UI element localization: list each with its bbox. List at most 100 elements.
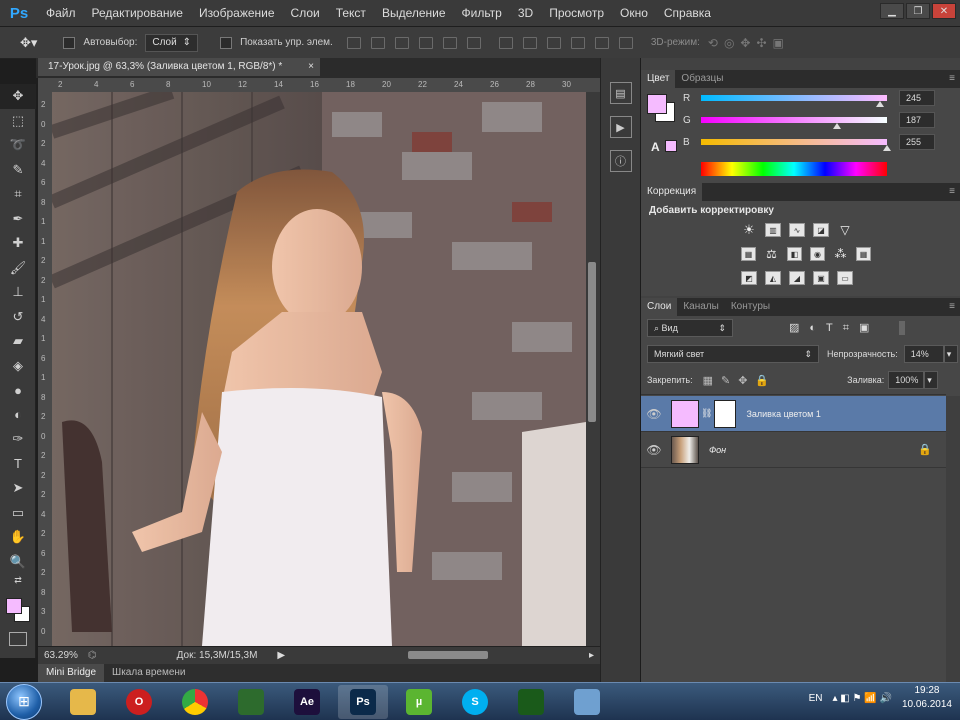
eraser-tool-icon[interactable]: ▰ <box>0 329 36 354</box>
taskbar-opera[interactable]: O <box>114 685 164 719</box>
taskbar-skype[interactable]: S <box>450 685 500 719</box>
menu-item-5[interactable]: Выделение <box>374 0 454 26</box>
crop-tool-icon[interactable]: ⌗ <box>0 182 36 207</box>
quick-select-tool-icon[interactable]: ✎ <box>0 158 36 183</box>
distribute-vcenter-icon[interactable] <box>522 36 537 49</box>
slider-value[interactable]: 255 <box>899 134 935 150</box>
selective-color-icon[interactable]: ▣ <box>813 271 829 285</box>
tab-channels[interactable]: Каналы <box>677 298 725 316</box>
color-lookup-icon[interactable]: ▦ <box>855 247 871 261</box>
foreground-swatch[interactable] <box>6 598 22 614</box>
3d-tools-icons[interactable]: ⟲◎✥✣▣ <box>708 36 790 50</box>
align-left-icon[interactable] <box>418 36 433 49</box>
opacity-input[interactable]: 14% <box>903 345 944 363</box>
photo-filter-icon[interactable]: ◉ <box>810 247 826 261</box>
actions-panel-icon[interactable]: ▶ <box>609 116 632 138</box>
document-canvas[interactable] <box>52 92 586 646</box>
brightness-icon[interactable]: ☀ <box>741 222 757 237</box>
shape-tool-icon[interactable]: ▭ <box>0 501 36 526</box>
taskbar-explorer[interactable] <box>58 685 108 719</box>
tab-color[interactable]: Цвет <box>641 70 676 88</box>
menu-item-10[interactable]: Справка <box>656 0 719 26</box>
fill-input[interactable]: 100% <box>888 371 925 389</box>
filter-toggle[interactable] <box>899 321 906 335</box>
color-balance-icon[interactable]: ⚖ <box>764 247 779 261</box>
hue-saturation-icon[interactable]: ▦ <box>741 247 757 261</box>
document-tab[interactable]: 17-Урок.jpg @ 63,3% (Заливка цветом 1, R… <box>38 58 320 76</box>
tab-layers[interactable]: Слои <box>641 298 678 316</box>
history-panel-icon[interactable]: ▤ <box>609 82 632 104</box>
menu-item-3[interactable]: Слои <box>283 0 328 26</box>
slider-handle[interactable] <box>883 145 891 151</box>
slider-track[interactable] <box>701 95 887 107</box>
menu-item-7[interactable]: 3D <box>510 0 541 26</box>
type-tool-icon[interactable]: T <box>0 452 36 477</box>
taskbar-camtasia[interactable] <box>226 685 276 719</box>
close-tab-icon[interactable]: × <box>308 58 314 76</box>
layer-name[interactable]: Фон <box>709 445 726 455</box>
channel-mixer-icon[interactable]: ⁂ <box>833 247 848 261</box>
vertical-scrollbar[interactable] <box>586 92 600 646</box>
layer-name[interactable]: Заливка цветом 1 <box>746 409 820 419</box>
autoselect-checkbox[interactable] <box>63 36 76 49</box>
move-tool-icon[interactable]: ✥ <box>0 84 36 109</box>
hand-tool-icon[interactable]: ✋ <box>0 525 36 550</box>
autoselect-dropdown[interactable]: Слой ⇕ <box>145 33 199 52</box>
blend-mode-dropdown[interactable]: Мягкий свет ⇕ <box>647 345 819 363</box>
menu-item-0[interactable]: Файл <box>38 0 84 26</box>
show-transform-checkbox[interactable] <box>220 36 233 49</box>
tab-swatches[interactable]: Образцы <box>675 70 729 88</box>
lasso-tool-icon[interactable]: ➰ <box>0 133 36 158</box>
taskbar-camtasia-recorder[interactable] <box>506 685 556 719</box>
taskbar-screen-tool[interactable] <box>562 685 612 719</box>
distribute-bottom-icon[interactable] <box>546 36 561 49</box>
taskbar-photoshop[interactable]: Ps <box>338 684 388 719</box>
menu-item-1[interactable]: Редактирование <box>84 0 191 26</box>
curves-icon[interactable]: ∿ <box>789 223 805 237</box>
eye-icon[interactable]: 👁 <box>641 407 667 421</box>
layer-filter-icons[interactable]: ▨◐T⌗▣ <box>789 321 879 335</box>
vibrance-icon[interactable]: ▽ <box>837 223 853 237</box>
tab-paths[interactable]: Контуры <box>725 298 776 316</box>
layer-row[interactable]: 👁 ⛓ Заливка цветом 1 <box>641 396 946 432</box>
taskbar-chrome[interactable] <box>170 685 220 719</box>
align-bottom-icon[interactable] <box>394 36 409 49</box>
distribute-top-icon[interactable] <box>498 36 513 49</box>
color-fg-swatch[interactable] <box>647 94 667 114</box>
layer-row[interactable]: 👁 Фон 🔒 <box>641 432 946 468</box>
tab-timeline[interactable]: Шкала времени <box>104 664 193 682</box>
menu-item-9[interactable]: Окно <box>612 0 656 26</box>
menu-item-2[interactable]: Изображение <box>191 0 283 26</box>
layers-scrollbar[interactable] <box>946 396 960 682</box>
menu-item-6[interactable]: Фильтр <box>454 0 510 26</box>
clone-stamp-icon[interactable]: ⊥ <box>0 280 36 305</box>
slider-value[interactable]: 187 <box>899 112 935 128</box>
invert-icon[interactable]: ◩ <box>741 271 757 285</box>
panel-menu-icon[interactable]: ≡ <box>949 298 955 316</box>
zoom-info-icon[interactable]: ⌬ <box>88 650 97 661</box>
tray-icons[interactable]: ▴ ◧ ⚑ 📶 🔊 <box>832 693 891 704</box>
vertical-scroll-thumb[interactable] <box>588 262 596 422</box>
distribute-hcenter-icon[interactable] <box>594 36 609 49</box>
pen-tool-icon[interactable]: ✑ <box>0 427 36 452</box>
slider-handle[interactable] <box>832 123 841 129</box>
fill-chevron-icon[interactable]: ▾ <box>924 371 939 389</box>
paint-bucket-icon[interactable]: ◈ <box>0 354 36 379</box>
gradient-map-icon[interactable]: ▭ <box>837 271 853 285</box>
black-white-icon[interactable]: ◧ <box>786 247 802 261</box>
language-indicator[interactable]: EN <box>809 693 823 704</box>
zoom-level[interactable]: 63.29% <box>44 650 78 661</box>
posterize-icon[interactable]: ◭ <box>765 271 781 285</box>
panel-menu-icon[interactable]: ≡ <box>949 183 955 201</box>
blur-tool-icon[interactable]: ● <box>0 378 36 403</box>
align-right-icon[interactable] <box>466 36 481 49</box>
minimize-icon[interactable]: ▁ <box>880 3 904 19</box>
slider-track[interactable] <box>701 117 887 129</box>
tab-adjustments[interactable]: Коррекция <box>641 183 703 201</box>
align-vcenter-icon[interactable] <box>370 36 385 49</box>
history-brush-icon[interactable]: ↺ <box>0 305 36 330</box>
taskbar-utorrent[interactable]: µ <box>394 685 444 719</box>
play-arrow-icon[interactable]: ▶ <box>277 650 285 661</box>
align-hcenter-icon[interactable] <box>442 36 457 49</box>
opacity-chevron-icon[interactable]: ▾ <box>943 345 958 363</box>
